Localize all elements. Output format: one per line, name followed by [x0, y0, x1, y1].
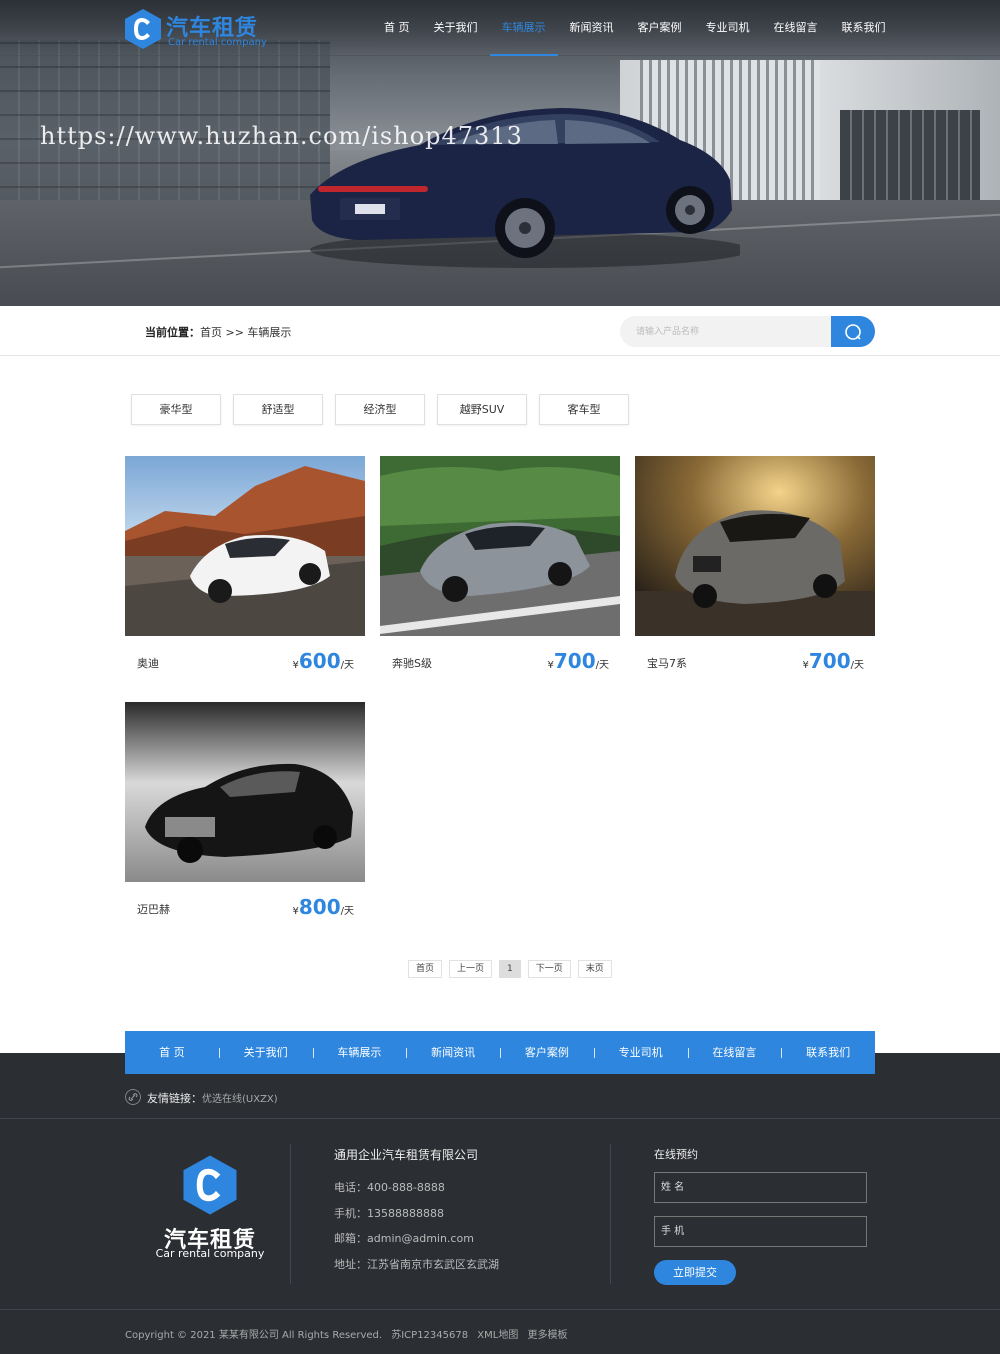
footer-column-divider [610, 1144, 611, 1284]
footer-nav-contact[interactable]: 联系我们 [781, 1031, 875, 1074]
page-first[interactable]: 首页 [408, 960, 443, 978]
category-bus[interactable]: 客车型 [539, 394, 629, 425]
search-icon [845, 324, 861, 340]
category-economy[interactable]: 经济型 [335, 394, 425, 425]
contact-email: 邮箱：admin@admin.com [334, 1232, 474, 1245]
booking-submit-button[interactable]: 立即提交 [654, 1260, 736, 1285]
copyright-text: Copyright © 2021 某某有限公司 All Rights Reser… [125, 1330, 383, 1341]
footer-nav-message[interactable]: 在线留言 [687, 1031, 782, 1074]
footer-nav-drivers[interactable]: 专业司机 [593, 1031, 688, 1074]
company-name: 通用企业汽车租赁有限公司 [334, 1148, 479, 1162]
friend-link-item[interactable]: 优选在线(UXZX) [202, 1094, 278, 1105]
booking-phone-input[interactable] [654, 1216, 867, 1247]
booking-title: 在线预约 [654, 1148, 698, 1161]
footer-nav-news[interactable]: 新闻资讯 [406, 1031, 500, 1074]
nav-contact[interactable]: 联系我们 [830, 0, 898, 56]
nav-news[interactable]: 新闻资讯 [558, 0, 626, 56]
product-price: ¥600/天 [292, 649, 355, 673]
product-image-benz[interactable] [380, 456, 620, 636]
friend-links-label: 友情链接： [147, 1092, 202, 1105]
nav-cases[interactable]: 客户案例 [626, 0, 694, 56]
footer-logo-hexagon-icon [183, 1155, 237, 1215]
footer-logo-name-en: Car rental company [155, 1247, 265, 1260]
more-templates-link[interactable]: 更多模板 [528, 1330, 568, 1341]
product-card[interactable]: 迈巴赫 ¥800/天 [125, 702, 365, 932]
nav-message[interactable]: 在线留言 [762, 0, 830, 56]
product-name[interactable]: 迈巴赫 [137, 901, 170, 917]
contact-address: 地址：江苏省南京市玄武区玄武湖 [334, 1257, 499, 1271]
page-current[interactable]: 1 [499, 960, 521, 978]
nav-about[interactable]: 关于我们 [422, 0, 490, 56]
product-image-bmw[interactable] [635, 456, 875, 636]
breadcrumb-path[interactable]: 首页 >> 车辆展示 [200, 326, 291, 339]
product-image-maybach[interactable] [125, 702, 365, 882]
page-next[interactable]: 下一页 [527, 960, 571, 978]
sitemap-link[interactable]: XML地图 [477, 1330, 518, 1341]
pagination: 首页 上一页 1 下一页 末页 [408, 960, 612, 978]
footer-logo[interactable]: 汽车租赁 Car rental company [155, 1154, 265, 1264]
breadcrumb-bar: 当前位置：首页 >> 车辆展示 [0, 306, 1000, 356]
product-name[interactable]: 奥迪 [137, 655, 159, 671]
category-luxury[interactable]: 豪华型 [131, 394, 221, 425]
footer-nav-vehicles[interactable]: 车辆展示 [312, 1031, 407, 1074]
product-name[interactable]: 奔驰S级 [392, 655, 432, 671]
product-card[interactable]: 宝马7系 ¥700/天 [635, 456, 875, 686]
product-name[interactable]: 宝马7系 [647, 655, 687, 671]
product-image-audi[interactable] [125, 456, 365, 636]
footer-nav-about[interactable]: 关于我们 [218, 1031, 313, 1074]
product-price: ¥700/天 [547, 649, 610, 673]
site-logo[interactable]: 汽车租赁 Car rental company [124, 8, 274, 50]
footer-nav-cases[interactable]: 客户案例 [500, 1031, 594, 1074]
category-filter: 豪华型 舒适型 经济型 越野SUV 客车型 [131, 394, 629, 425]
nav-home[interactable]: 首 页 [372, 0, 422, 56]
category-suv[interactable]: 越野SUV [437, 394, 527, 425]
search-input[interactable] [620, 316, 840, 347]
page-prev[interactable]: 上一页 [449, 960, 493, 978]
contact-phone: 电话：400-888-8888 [334, 1181, 445, 1194]
breadcrumb: 当前位置：首页 >> 车辆展示 [145, 324, 291, 340]
product-search [620, 316, 875, 347]
search-button[interactable] [831, 316, 875, 347]
product-price: ¥800/天 [292, 895, 355, 919]
nav-drivers[interactable]: 专业司机 [694, 0, 762, 56]
footer-nav: 首 页 关于我们 车辆展示 新闻资讯 客户案例 专业司机 在线留言 联系我们 [125, 1031, 875, 1074]
icp-link[interactable]: 苏ICP12345678 [391, 1330, 468, 1341]
top-navigation-bar: 汽车租赁 Car rental company 首 页 关于我们 车辆展示 新闻… [0, 0, 1000, 56]
product-price: ¥700/天 [802, 649, 865, 673]
watermark-url: https://www.huzhan.com/ishop47313 [40, 122, 523, 150]
booking-name-input[interactable] [654, 1172, 867, 1203]
page-last[interactable]: 末页 [577, 960, 612, 978]
main-nav: 首 页 关于我们 车辆展示 新闻资讯 客户案例 专业司机 在线留言 联系我们 [372, 0, 898, 56]
footer-divider [0, 1309, 1000, 1310]
booking-form: 在线预约 立即提交 [654, 1146, 867, 1285]
friend-links: 友情链接：优选在线(UXZX) [125, 1089, 278, 1106]
nav-vehicles[interactable]: 车辆展示 [489, 0, 558, 56]
footer-divider [0, 1118, 1000, 1119]
category-comfort[interactable]: 舒适型 [233, 394, 323, 425]
footer-column-divider [290, 1144, 291, 1284]
breadcrumb-label: 当前位置： [145, 326, 200, 339]
product-card[interactable]: 奥迪 ¥600/天 [125, 456, 365, 686]
copyright: Copyright © 2021 某某有限公司 All Rights Reser… [125, 1326, 574, 1341]
link-icon [125, 1089, 141, 1105]
contact-mobile: 手机：13588888888 [334, 1206, 444, 1220]
logo-hexagon-icon [125, 9, 161, 49]
product-card[interactable]: 奔驰S级 ¥700/天 [380, 456, 620, 686]
contact-info: 通用企业汽车租赁有限公司 电话：400-888-8888 手机：13588888… [334, 1146, 499, 1281]
footer-nav-home[interactable]: 首 页 [125, 1031, 219, 1074]
logo-name-en: Car rental company [168, 37, 267, 48]
hero-banner: 汽车租赁 Car rental company 首 页 关于我们 车辆展示 新闻… [0, 0, 1000, 306]
